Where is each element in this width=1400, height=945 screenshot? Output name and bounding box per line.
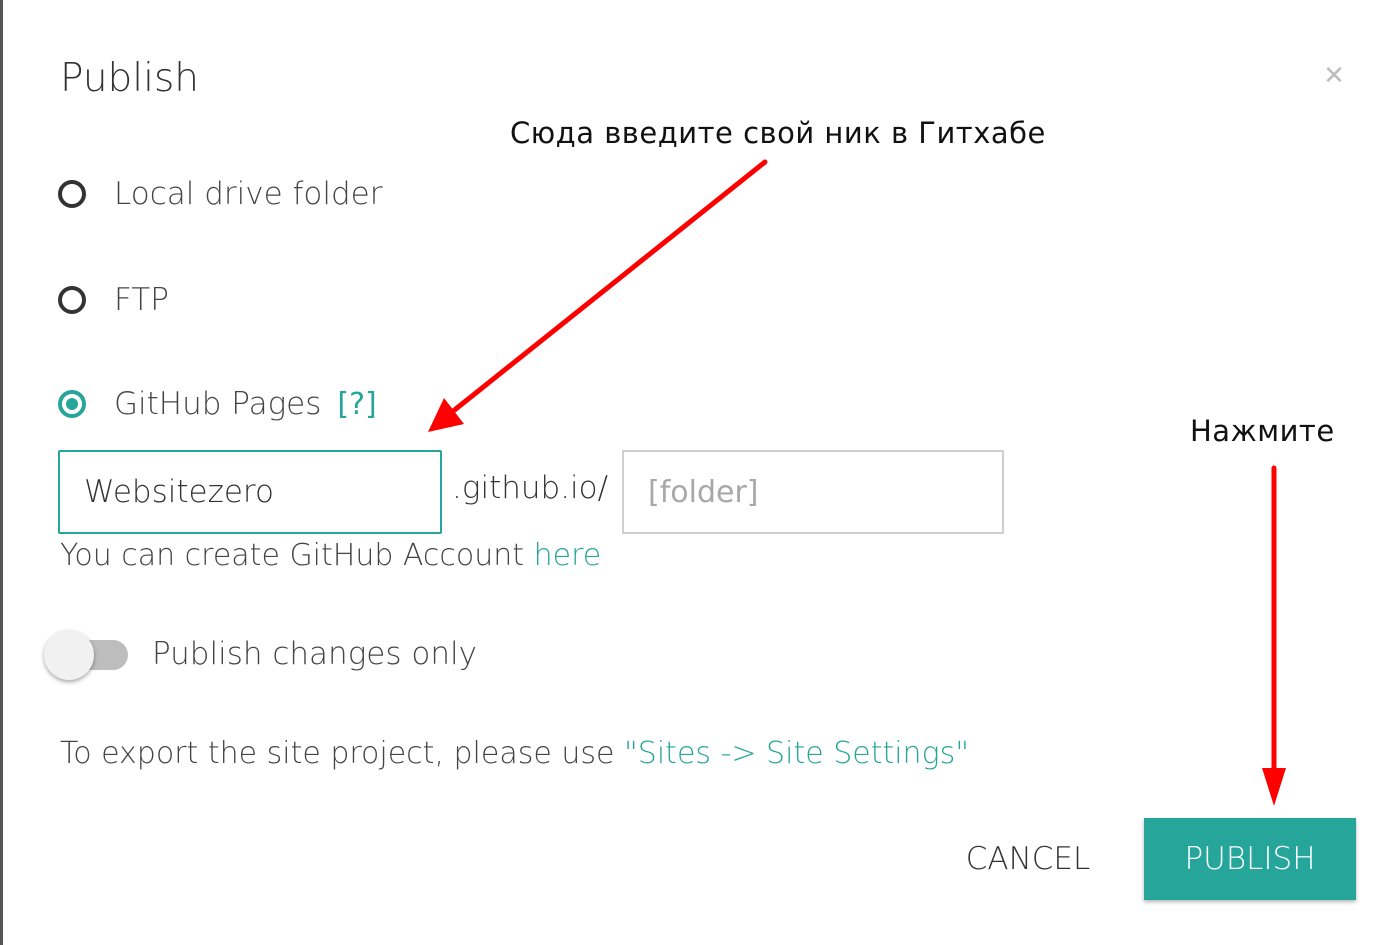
publish-dialog: Publish ✕ Local drive folder FTP GitHub … [0,0,1400,945]
account-note: You can create GitHub Account here [60,538,601,573]
help-link[interactable]: [?] [337,387,376,422]
site-settings-link[interactable]: "Sites -> Site Settings" [624,736,969,771]
create-account-link[interactable]: here [534,538,602,573]
radio-checked-icon[interactable] [58,390,86,418]
publish-changes-toggle-row[interactable]: Publish changes only [44,626,477,682]
arrow-to-publish [1262,465,1286,806]
window-edge [0,0,3,945]
github-username-input[interactable] [58,450,442,534]
arrow-to-username [428,159,768,432]
export-note-text: To export the site project, please use [60,736,624,771]
domain-suffix: .github.io/ [452,470,609,506]
option-github-pages[interactable]: GitHub Pages [?] [58,386,377,422]
toggle-knob [44,630,94,680]
folder-input[interactable] [622,450,1004,534]
cancel-button[interactable]: CANCEL [940,818,1116,900]
dialog-title: Publish [60,56,200,101]
account-note-text: You can create GitHub Account [60,538,534,573]
toggle-label: Publish changes only [152,636,477,672]
publish-button[interactable]: PUBLISH [1144,818,1356,900]
annotation-username-hint: Сюда введите свой ник в Гитхабе [510,116,1046,150]
option-local-drive[interactable]: Local drive folder [58,176,383,212]
option-ftp[interactable]: FTP [58,282,169,318]
radio-icon[interactable] [58,180,86,208]
option-label: Local drive folder [114,176,383,212]
close-icon[interactable]: ✕ [1320,62,1348,90]
annotation-publish-hint: Нажмите [1190,414,1335,448]
toggle-switch[interactable] [44,626,130,682]
option-label: GitHub Pages [114,386,322,422]
radio-icon[interactable] [58,286,86,314]
export-note: To export the site project, please use "… [60,736,969,771]
option-label: FTP [114,282,169,318]
